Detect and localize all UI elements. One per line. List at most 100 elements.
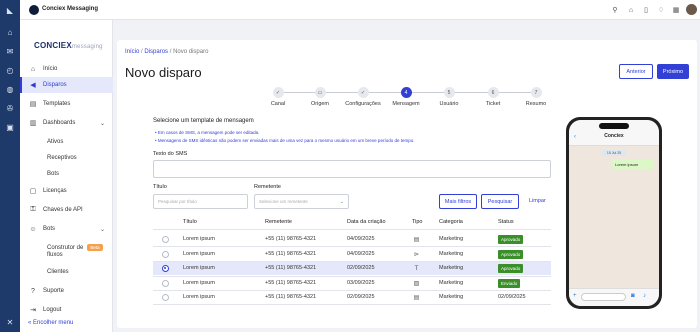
apps-grid-icon[interactable]: ▦	[671, 5, 681, 15]
sidebar-subitem-fluxos-label[interactable]: fluxos	[47, 252, 63, 258]
breadcrumb-home[interactable]: Início	[125, 49, 139, 55]
row-radio[interactable]	[162, 236, 169, 243]
step-label: Resumo	[525, 101, 547, 107]
breadcrumb-separator: /	[141, 49, 143, 55]
sidebar-item-label: Logout	[43, 307, 62, 313]
sender-filter-label: Remetente	[254, 184, 281, 190]
package-icon[interactable]: ▣	[4, 121, 16, 133]
chevron-down-icon: ⌄	[99, 120, 105, 127]
cell-category: Marketing	[439, 236, 464, 242]
lock-icon: ▭	[314, 87, 326, 98]
previous-button[interactable]: Anterior	[619, 64, 653, 79]
cell-sender: +55 (11) 98765-4321	[265, 236, 317, 242]
page-title: Novo disparo	[125, 65, 202, 80]
cell-sender: +55 (11) 98765-4321	[265, 294, 317, 300]
logo-icon[interactable]: ◣	[4, 4, 16, 16]
x-icon[interactable]: ✕	[4, 316, 16, 328]
document-icon: ▤	[413, 295, 420, 301]
chevron-down-icon: ⌄	[339, 198, 344, 205]
sidebar-subitem-ativos[interactable]: Ativos	[47, 139, 63, 145]
sidebar-item-label: Chaves de API	[43, 207, 83, 213]
history-icon[interactable]: ◴	[4, 64, 16, 76]
phone-notch	[599, 123, 629, 129]
logout-icon: ⇥	[30, 307, 36, 314]
phone-screen: ‹ Conciex 15 Jul 25 Lorem ipsum + ◙ ♪	[569, 120, 659, 306]
cell-date: 03/09/2025	[347, 280, 375, 286]
mail-icon[interactable]: ✉	[4, 45, 16, 57]
row-radio[interactable]	[162, 280, 169, 287]
home-icon[interactable]: ⌂	[626, 5, 636, 15]
support-icon[interactable]: ✇	[4, 102, 16, 114]
cell-date: 04/09/2025	[347, 236, 375, 242]
more-filters-button[interactable]: Mais filtros	[439, 194, 477, 209]
search-icon[interactable]: ⚲	[610, 5, 620, 15]
step-number: 4	[400, 87, 412, 98]
table-row[interactable]: Lorem ipsum +55 (11) 98765-4321 03/09/20…	[153, 277, 551, 290]
title-search-input[interactable]: Pesquisar por título	[153, 194, 248, 209]
table-row[interactable]: Lorem ipsum +55 (11) 98765-4321 04/09/20…	[153, 233, 551, 246]
step-number: 7	[530, 87, 542, 98]
document-icon: ▤	[413, 237, 420, 243]
top-bar: Conciex Messaging ⚲ ⌂ ▯ ♢ ▦	[20, 0, 700, 20]
sidebar-subitem-receptivos[interactable]: Receptivos	[47, 155, 77, 161]
home-icon[interactable]: ⌂	[4, 26, 16, 38]
cell-sender: +55 (11) 98765-4321	[265, 251, 317, 257]
app-rail: ◣ ⌂ ✉ ◴ ◍ ✇ ▣ ✕	[0, 0, 20, 332]
sidebar-item-disparos[interactable]: ◀ Disparos	[20, 77, 113, 93]
table-divider	[153, 229, 551, 230]
sidebar-item-logout[interactable]: ⇥ Logout	[20, 302, 113, 318]
table-row[interactable]: Lorem ipsum +55 (11) 98765-4321 04/09/20…	[153, 248, 551, 261]
search-button[interactable]: Pesquisar	[481, 194, 519, 209]
sidebar-item-chaves-api[interactable]: ⚿ Chaves de API	[20, 202, 113, 218]
dashboard-icon: ▥	[29, 120, 37, 127]
sms-textarea[interactable]	[153, 160, 551, 178]
row-radio[interactable]	[162, 265, 169, 272]
phone-preview: ‹ Conciex 15 Jul 25 Lorem ipsum + ◙ ♪	[566, 117, 662, 309]
sidebar-item-bots[interactable]: ☺ Bots ⌄	[20, 221, 113, 237]
bot-icon: ☺	[29, 225, 37, 233]
step-resumo[interactable]: 7 Resumo	[506, 87, 566, 107]
main-panel: Início / Disparos / Novo disparo Novo di…	[117, 40, 697, 328]
next-button[interactable]: Próximo	[657, 64, 689, 79]
bell-icon[interactable]: ♢	[656, 5, 666, 15]
sms-label: Texto do SMS	[153, 151, 188, 157]
row-radio[interactable]	[162, 294, 169, 301]
collapse-menu-button[interactable]: « Encolher menu	[28, 320, 73, 326]
beta-badge: Beta	[87, 244, 103, 251]
sidebar-item-dashboards[interactable]: ▥ Dashboards ⌄	[20, 115, 113, 131]
file-icon[interactable]: ▯	[641, 5, 651, 15]
home-icon: ⌂	[30, 65, 36, 73]
sidebar-item-inicio[interactable]: ⌂ Início	[20, 61, 113, 77]
help-icon: ?	[31, 287, 35, 295]
breadcrumb-disparos[interactable]: Disparos	[144, 49, 168, 55]
section-title: Selecione um template de mensagem	[153, 118, 254, 124]
phone-input-bar: + ◙ ♪	[569, 288, 659, 306]
clear-button[interactable]: Limpar	[529, 198, 546, 204]
megaphone-icon: ◀	[30, 82, 36, 89]
col-header-categoria: Categoria	[439, 219, 463, 225]
sidebar-item-label: Disparos	[43, 82, 67, 88]
document-icon: ▤	[29, 101, 37, 108]
avatar[interactable]	[686, 4, 697, 15]
sidebar-subitem-label: Construtor de	[47, 245, 84, 252]
collapse-menu-label: Encolher menu	[33, 320, 74, 326]
sidebar-subitem-bots[interactable]: Bots	[47, 171, 59, 177]
table-row[interactable]: Lorem ipsum +55 (11) 98765-4321 02/09/20…	[153, 291, 551, 304]
info-note: • Em casos de SMS, a mensagem pode ser e…	[155, 130, 260, 135]
sidebar-item-label: Dashboards	[43, 120, 76, 126]
sidebar-item-suporte[interactable]: ? Suporte	[20, 283, 113, 299]
analytics-icon[interactable]: ◍	[4, 83, 16, 95]
sidebar-item-templates[interactable]: ▤ Templates	[20, 96, 113, 112]
sidebar-subitem-construtor[interactable]: Construtor de Beta	[47, 244, 103, 251]
cell-date: 04/09/2025	[347, 251, 375, 257]
camera-icon: ◙	[631, 293, 635, 299]
table-row[interactable]: Lorem ipsum +55 (11) 98765-4321 02/09/20…	[153, 262, 551, 275]
cell-title: Lorem ipsum	[183, 236, 215, 242]
sender-select[interactable]: Selecione um remetente ⌄	[254, 194, 349, 209]
col-header-titulo: Título	[183, 219, 197, 225]
breadcrumb: Início / Disparos / Novo disparo	[125, 49, 208, 55]
sidebar-subitem-clientes[interactable]: Clientes	[47, 269, 69, 275]
key-icon: ⚿	[30, 206, 36, 213]
row-radio[interactable]	[162, 251, 169, 258]
sidebar-item-licencas[interactable]: ▢ Licenças	[20, 183, 113, 199]
